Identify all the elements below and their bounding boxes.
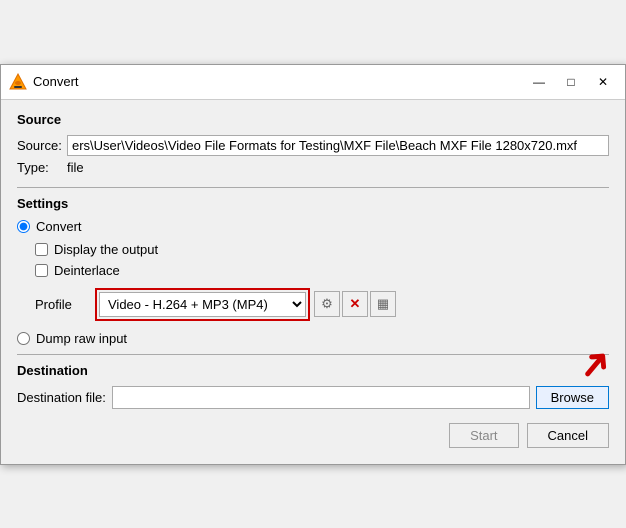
minimize-button[interactable]: — <box>525 71 553 93</box>
divider-2 <box>17 354 609 355</box>
footer-buttons: Start Cancel <box>17 423 609 452</box>
profile-edit-button[interactable]: ▦ <box>370 291 396 317</box>
convert-radio-label[interactable]: Convert <box>36 219 82 234</box>
settings-section-title: Settings <box>17 196 609 211</box>
profile-buttons: ⚙ ✕ ▦ <box>314 291 396 317</box>
profile-delete-button[interactable]: ✕ <box>342 291 368 317</box>
profile-select[interactable]: Video - H.264 + MP3 (MP4) Video - H.265 … <box>99 292 306 317</box>
window-title: Convert <box>33 74 525 89</box>
dump-raw-radio[interactable] <box>17 332 30 345</box>
deinterlace-checkbox[interactable] <box>35 264 48 277</box>
display-output-label[interactable]: Display the output <box>54 242 158 257</box>
dest-file-label: Destination file: <box>17 390 112 405</box>
restore-button[interactable]: □ <box>557 71 585 93</box>
source-value: ers\User\Videos\Video File Formats for T… <box>67 135 609 156</box>
destination-section: Destination Destination file: ➜ Browse <box>17 363 609 409</box>
titlebar: Convert — □ ✕ <box>1 65 625 100</box>
deinterlace-row: Deinterlace <box>35 263 609 278</box>
destination-input[interactable] <box>112 386 530 409</box>
source-label: Source: <box>17 138 67 153</box>
type-label: Type: <box>17 160 67 175</box>
dump-raw-label[interactable]: Dump raw input <box>36 331 127 346</box>
type-value: file <box>67 160 84 175</box>
convert-radio[interactable] <box>17 220 30 233</box>
source-type-row: Type: file <box>17 160 609 175</box>
deinterlace-label[interactable]: Deinterlace <box>54 263 120 278</box>
main-content: Source Source: ers\User\Videos\Video Fil… <box>1 100 625 464</box>
dump-raw-row: Dump raw input <box>17 331 609 346</box>
cancel-button[interactable]: Cancel <box>527 423 609 448</box>
convert-radio-row: Convert <box>17 219 609 234</box>
profile-label: Profile <box>35 297 95 312</box>
arrow-container: ➜ Browse <box>530 386 609 409</box>
browse-button[interactable]: Browse <box>536 386 609 409</box>
source-file-row: Source: ers\User\Videos\Video File Forma… <box>17 135 609 156</box>
display-output-row: Display the output <box>35 242 609 257</box>
divider-1 <box>17 187 609 188</box>
profile-select-wrapper: Video - H.264 + MP3 (MP4) Video - H.265 … <box>95 288 310 321</box>
app-icon <box>9 73 27 91</box>
convert-window: Convert — □ ✕ Source Source: ers\User\Vi… <box>0 64 626 465</box>
source-section-title: Source <box>17 112 609 127</box>
close-button[interactable]: ✕ <box>589 71 617 93</box>
destination-file-row: Destination file: ➜ Browse <box>17 386 609 409</box>
window-controls: — □ ✕ <box>525 71 617 93</box>
display-output-checkbox[interactable] <box>35 243 48 256</box>
settings-section: Settings Convert Display the output Dein… <box>17 196 609 346</box>
profile-row: Profile Video - H.264 + MP3 (MP4) Video … <box>35 288 609 321</box>
profile-settings-button[interactable]: ⚙ <box>314 291 340 317</box>
start-button[interactable]: Start <box>449 423 518 448</box>
destination-section-title: Destination <box>17 363 609 378</box>
source-section: Source Source: ers\User\Videos\Video Fil… <box>17 112 609 175</box>
